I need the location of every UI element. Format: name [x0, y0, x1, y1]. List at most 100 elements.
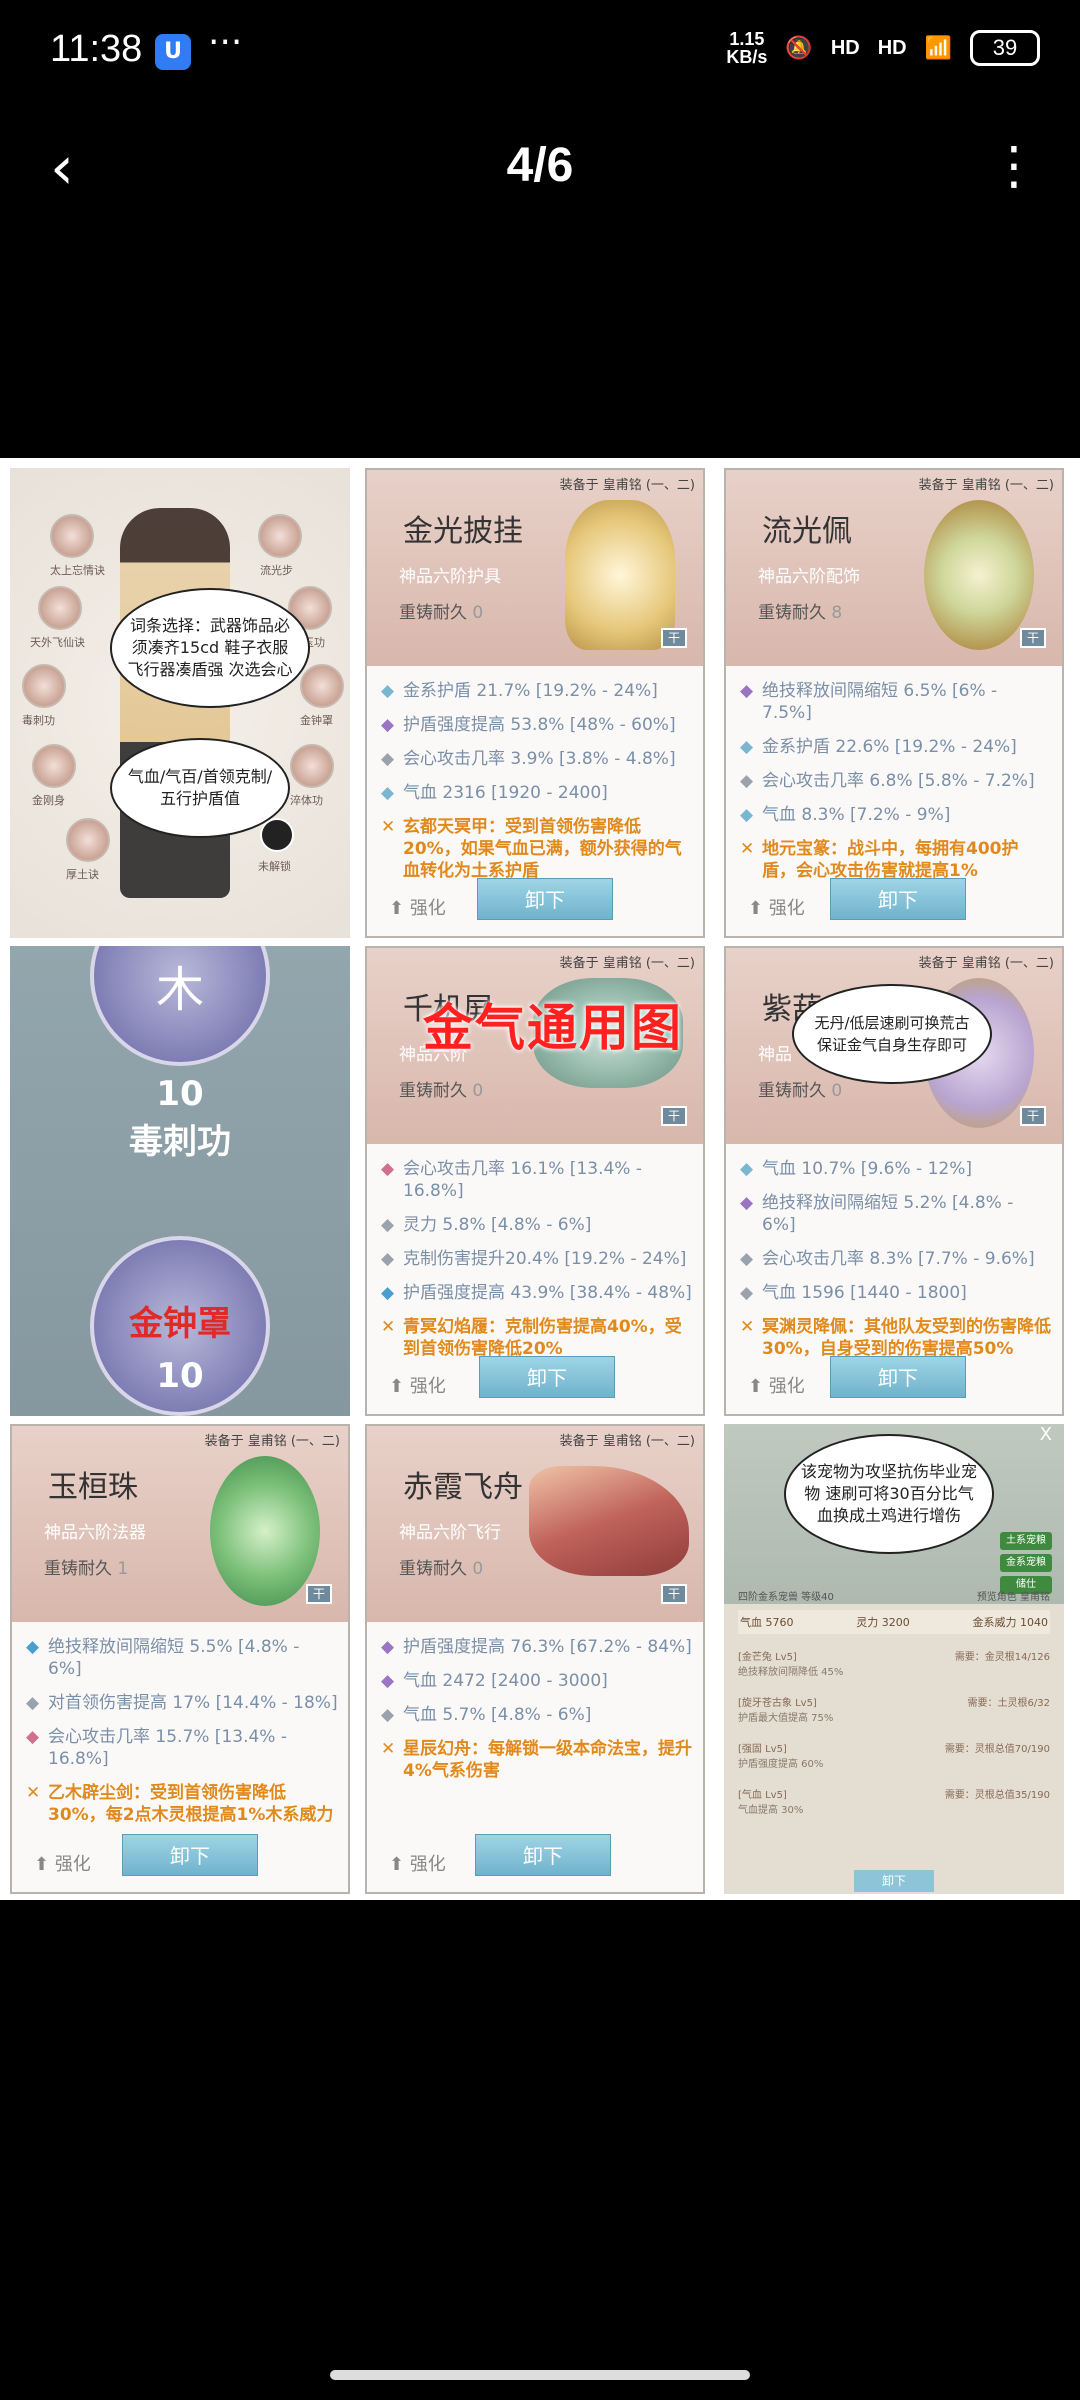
network-speed: 1.15 KB/s	[726, 29, 768, 67]
item-durability: 重铸耐久 8	[758, 603, 843, 623]
diamond-icon: ◆	[740, 1283, 754, 1303]
equipment-card: 装备于 皇甫铭 (一、二) 紫葫 神品 重铸耐久 0 干 无丹/低层速刷可换荒古…	[724, 946, 1064, 1416]
unequip-button[interactable]: 卸下	[830, 878, 966, 920]
pet-attributes: 气血 5760 灵力 3200 金系威力 1040	[738, 1610, 1050, 1634]
stat-row: ◆ 绝技释放间隔缩短 5.5% [4.8% - 6%]	[26, 1637, 300, 1679]
item-name: 流光佩	[762, 514, 852, 549]
stat-row: ◆ 会心攻击几率 8.3% [7.7% - 9.6%]	[740, 1249, 1035, 1269]
stat-row: ◆ 会心攻击几率 16.1% [13.4% - 16.8%]	[381, 1159, 642, 1201]
more-options-button[interactable]: ⋮	[988, 136, 1040, 196]
status-bar: 11:38 U ··· 1.15 KB/s 🔕 HD HD 📶 39	[0, 0, 1080, 110]
equipment-card: 装备于 皇甫铭 (一、二) 金光披挂 神品六阶护具 重铸耐久 0 干 ◆ 金系护盾…	[365, 468, 705, 938]
item-durability: 重铸耐久 0	[399, 1559, 484, 1579]
unequip-button[interactable]: 卸下	[477, 878, 613, 920]
equipment-card: 装备于 皇甫铭 (一、二) 赤霞飞舟 神品六阶飞行 重铸耐久 0 干 ◆ 护盾强度…	[365, 1424, 705, 1894]
strengthen-button[interactable]: ⬆ 强化	[389, 894, 446, 920]
item-rank: 神品六阶飞行	[399, 1523, 501, 1543]
unequip-button[interactable]: 卸下	[854, 1870, 934, 1892]
equip-tag: 装备于 皇甫铭 (一、二)	[204, 1434, 340, 1449]
skill-name: 毒刺功	[129, 1122, 231, 1162]
status-time: 11:38	[50, 28, 143, 70]
app-notification-icon: U	[155, 34, 191, 70]
stat-row: ◆ 克制伤害提升20.4% [19.2% - 24%]	[381, 1249, 687, 1269]
skill-ring-label: 金钟罩	[300, 714, 333, 727]
skill-ring-icon	[22, 664, 66, 708]
item-rank: 神品六阶法器	[44, 1523, 146, 1543]
skill-ring-label: 毒刺功	[22, 714, 55, 727]
special-effect: ✕ 星辰幻舟：每解锁一级本命法宝，提升4%气系伤害	[381, 1739, 692, 1781]
pet-skill: [气血 Lv5] 需要：灵根总值35/190 气血提高 30%	[738, 1790, 1050, 1816]
diamond-icon: ◆	[740, 681, 754, 701]
speech-bubble: 词条选择：武器饰品必须凑齐15cd 鞋子衣服飞行器凑盾强 次选会心	[110, 588, 310, 708]
stat-list: ◆ 气血 10.7% [9.6% - 12%] ◆ 绝技释放间隔缩短 5.2% [4…	[740, 1158, 1052, 1372]
item-name: 玉桓珠	[48, 1470, 138, 1505]
diamond-icon: ◆	[381, 1159, 395, 1179]
home-indicator[interactable]	[330, 2370, 750, 2380]
unequip-button[interactable]: 卸下	[475, 1834, 611, 1876]
stat-row: ◆ 气血 2472 [2400 - 3000]	[381, 1671, 608, 1691]
strengthen-button[interactable]: ⬆ 强化	[748, 894, 805, 920]
diamond-icon: ◆	[740, 1249, 754, 1269]
stat-list: ◆ 护盾强度提高 76.3% [67.2% - 84%] ◆ 气血 2472 [24…	[381, 1636, 693, 1794]
mute-icon: 🔕	[785, 35, 813, 60]
item-durability: 重铸耐久 0	[758, 1081, 843, 1101]
diamond-icon: ◆	[381, 1249, 395, 1269]
page-indicator: 4/6	[506, 139, 574, 192]
stat-row: ◆ 灵力 5.8% [4.8% - 6%]	[381, 1215, 592, 1235]
diamond-icon: ◆	[381, 783, 395, 803]
stat-row: ◆ 金系护盾 22.6% [19.2% - 24%]	[740, 737, 1017, 757]
item-rank: 神品六阶配饰	[758, 567, 860, 587]
screenshot-image[interactable]: 太上忘情诀 天外飞仙诀 毒刺功 金刚身 厚土诀 流光步 青玉功 金钟罩 淬体功 …	[0, 458, 1080, 1900]
strengthen-button[interactable]: ⬆ 强化	[389, 1372, 446, 1398]
diamond-icon: ◆	[26, 1693, 40, 1713]
item-image	[210, 1456, 320, 1606]
speech-bubble: 该宠物为攻坚抗伤毕业宠物 速刷可将30百分比气血换成土鸡进行增伤	[784, 1434, 994, 1554]
diamond-icon: ◆	[381, 749, 395, 769]
more-notifications-icon: ···	[208, 22, 243, 63]
diamond-icon: ◆	[381, 1637, 395, 1657]
stat-row: ◆ 气血 1596 [1440 - 1800]	[740, 1283, 967, 1303]
strengthen-button[interactable]: ⬆ 强化	[748, 1372, 805, 1398]
strengthen-button[interactable]: ⬆ 强化	[389, 1850, 446, 1876]
wifi-icon: 📶	[924, 35, 952, 60]
unequip-button[interactable]: 卸下	[479, 1356, 615, 1398]
skill-ring-label: 淬体功	[290, 794, 323, 807]
diamond-icon: ◆	[740, 805, 754, 825]
card-footer: ⬆ 强化 卸下	[367, 1822, 703, 1892]
stat-row: ◆ 气血 10.7% [9.6% - 12%]	[740, 1159, 972, 1179]
special-icon: ✕	[26, 1783, 41, 1803]
unequip-button[interactable]: 卸下	[830, 1356, 966, 1398]
strengthen-button[interactable]: ⬆ 强化	[34, 1850, 91, 1876]
skill-name-annotation: 金钟罩	[129, 1304, 231, 1344]
skill-panel: 木 10 毒刺功 金钟罩 10	[10, 946, 350, 1416]
speech-bubble: 气血/气百/首领克制/五行护盾值	[110, 738, 290, 838]
card-header: 装备于 皇甫铭 (一、二) 赤霞飞舟 神品六阶飞行 重铸耐久 0 干	[367, 1426, 703, 1622]
item-image	[924, 500, 1034, 650]
skill-level: 10	[156, 1074, 204, 1114]
feed-button[interactable]: 土系宠粮	[1000, 1532, 1052, 1550]
stat-row: ◆ 护盾强度提高 43.9% [38.4% - 48%]	[381, 1283, 692, 1303]
card-footer: ⬆ 强化 卸下	[726, 1344, 1062, 1414]
tag-icon: 干	[1020, 1106, 1046, 1126]
item-durability: 重铸耐久 0	[399, 603, 484, 623]
card-header: 装备于 皇甫铭 (一、二) 紫葫 神品 重铸耐久 0 干 无丹/低层速刷可换荒古…	[726, 948, 1062, 1144]
stat-list: ◆ 会心攻击几率 16.1% [13.4% - 16.8%] ◆ 灵力 5.8% […	[381, 1158, 693, 1372]
unequip-button[interactable]: 卸下	[122, 1834, 258, 1876]
diamond-icon: ◆	[381, 715, 395, 735]
feed-button[interactable]: 金系宠粮	[1000, 1554, 1052, 1572]
pet-panel: X 该宠物为攻坚抗伤毕业宠物 速刷可将30百分比气血换成土鸡进行增伤 土系宠粮 …	[724, 1424, 1064, 1894]
close-icon[interactable]: X	[1040, 1424, 1052, 1445]
signal-icon-2: HD	[877, 36, 907, 59]
item-rank: 神品	[758, 1045, 792, 1065]
item-name: 赤霞飞舟	[403, 1470, 523, 1505]
diamond-icon: ◆	[381, 681, 395, 701]
equipment-card: 装备于 皇甫铭 (一、二) 玉桓珠 神品六阶法器 重铸耐久 1 干 ◆ 绝技释放间…	[10, 1424, 350, 1894]
stat-row: ◆ 会心攻击几率 15.7% [13.4% - 16.8%]	[26, 1727, 287, 1769]
item-durability: 重铸耐久 1	[44, 1559, 129, 1579]
tag-icon: 干	[1020, 628, 1046, 648]
equipment-card: 装备于 皇甫铭 (一、二) 流光佩 神品六阶配饰 重铸耐久 8 干 ◆ 绝技释放间…	[724, 468, 1064, 938]
diamond-icon: ◆	[381, 1705, 395, 1725]
lock-icon	[260, 818, 294, 852]
item-name: 金光披挂	[403, 514, 523, 549]
item-image	[529, 1466, 689, 1576]
